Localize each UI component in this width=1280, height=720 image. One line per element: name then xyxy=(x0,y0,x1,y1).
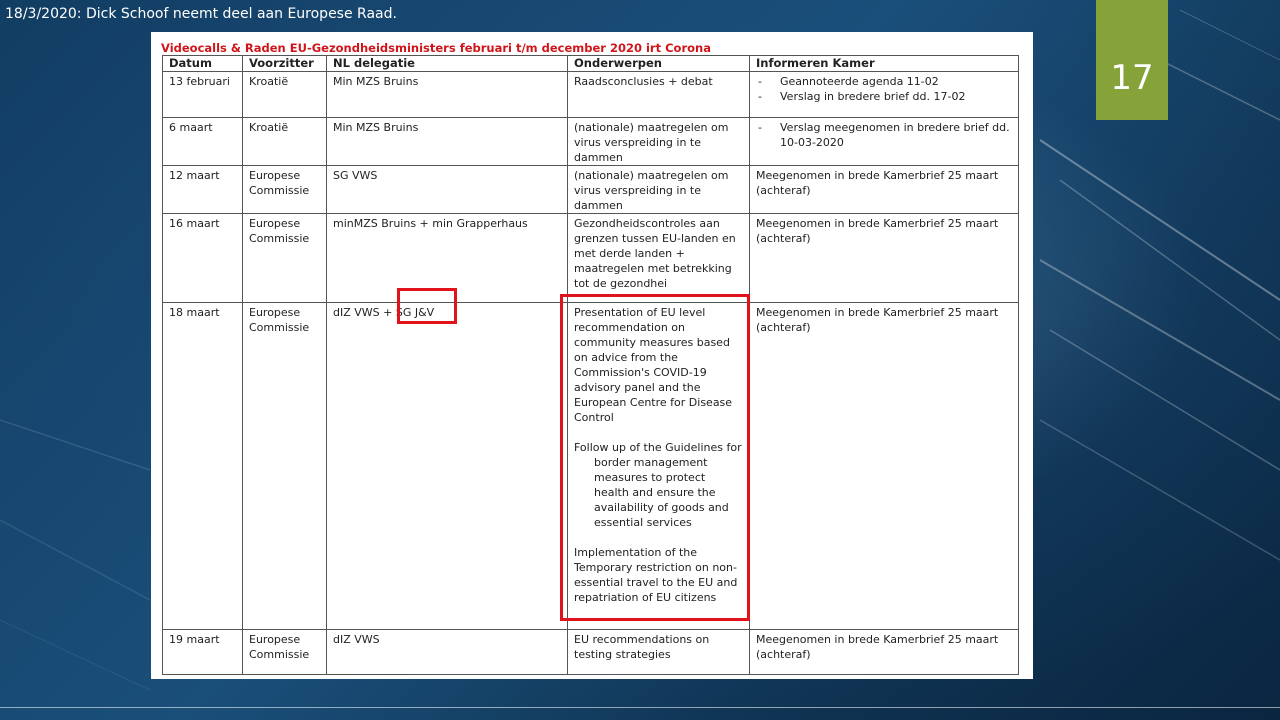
cell-voorzitter: Europese Commissie xyxy=(242,629,327,675)
page-number-tab: 17 xyxy=(1096,0,1168,120)
cell-voorzitter: Europese Commissie xyxy=(242,213,327,303)
cell-delegatie: Min MZS Bruins xyxy=(326,117,568,166)
onderwerp-text: EU recommendations on testing strategies xyxy=(574,633,710,661)
slide-caption: 18/3/2020: Dick Schoof neemt deel aan Eu… xyxy=(5,6,397,22)
informeren-text: Meegenomen in brede Kamerbrief 25 maart … xyxy=(756,633,999,661)
cell-onderwerpen: (nationale) maatregelen om virus verspre… xyxy=(567,117,750,166)
cell-delegatie: Min MZS Bruins xyxy=(326,71,568,118)
cell-informeren: Meegenomen in brede Kamerbrief 25 maart … xyxy=(749,302,1019,630)
cell-voorzitter: Europese Commissie xyxy=(242,165,327,214)
highlight-box-sg-jv xyxy=(397,288,457,324)
cell-datum: 6 maart xyxy=(162,117,243,166)
cell-datum: 12 maart xyxy=(162,165,243,214)
header-voorzitter: Voorzitter xyxy=(242,55,327,72)
informeren-text: Meegenomen in brede Kamerbrief 25 maart … xyxy=(756,217,999,245)
table-row: 12 maart Europese Commissie SG VWS (nati… xyxy=(162,165,1019,214)
cell-onderwerpen: Gezondheidscontroles aan grenzen tussen … xyxy=(567,213,750,303)
cell-informeren: Geannoteerde agenda 11-02 Verslag in bre… xyxy=(749,71,1019,118)
onderwerp-text: Raadsconclusies + debat xyxy=(574,75,713,88)
header-nl-delegatie: NL delegatie xyxy=(326,55,568,72)
cell-informeren: Verslag meegenomen in bredere brief dd. … xyxy=(749,117,1019,166)
cell-onderwerpen: Raadsconclusies + debat xyxy=(567,71,750,118)
cell-datum: 16 maart xyxy=(162,213,243,303)
header-onderwerpen: Onderwerpen xyxy=(567,55,750,72)
cell-onderwerpen: EU recommendations on testing strategies xyxy=(567,629,750,675)
table-row: 13 februari Kroatië Min MZS Bruins Raads… xyxy=(162,71,1019,118)
cell-voorzitter: Europese Commissie xyxy=(242,302,327,630)
list-item: Verslag meegenomen in bredere brief dd. … xyxy=(756,120,1012,150)
cell-delegatie: dIZ VWS xyxy=(326,629,568,675)
document-title: Videocalls & Raden EU-Gezondheidsministe… xyxy=(161,41,711,55)
cell-voorzitter: Kroatië xyxy=(242,117,327,166)
document-image: Videocalls & Raden EU-Gezondheidsministe… xyxy=(151,32,1033,679)
cell-delegatie: SG VWS xyxy=(326,165,568,214)
cell-informeren: Meegenomen in brede Kamerbrief 25 maart … xyxy=(749,213,1019,303)
list-item: Verslag in bredere brief dd. 17-02 xyxy=(756,89,1012,104)
cell-informeren: Meegenomen in brede Kamerbrief 25 maart … xyxy=(749,165,1019,214)
footer-divider xyxy=(0,707,1280,708)
informeren-text: Meegenomen in brede Kamerbrief 25 maart … xyxy=(756,306,999,334)
highlight-box-onderwerpen xyxy=(560,294,750,621)
table-row: 6 maart Kroatië Min MZS Bruins (national… xyxy=(162,117,1019,166)
header-informeren-kamer: Informeren Kamer xyxy=(749,55,1019,72)
cell-datum: 13 februari xyxy=(162,71,243,118)
cell-datum: 19 maart xyxy=(162,629,243,675)
informeren-text: Meegenomen in brede Kamerbrief 25 maart … xyxy=(756,169,999,197)
onderwerp-text: (nationale) maatregelen om virus verspre… xyxy=(574,121,729,164)
table-row: 19 maart Europese Commissie dIZ VWS EU r… xyxy=(162,629,1019,675)
cell-delegatie: dIZ VWS + SG J&V xyxy=(326,302,568,630)
header-datum: Datum xyxy=(162,55,243,72)
cell-datum: 18 maart xyxy=(162,302,243,630)
cell-voorzitter: Kroatië xyxy=(242,71,327,118)
cell-onderwerpen: (nationale) maatregelen om virus verspre… xyxy=(567,165,750,214)
onderwerp-text: Gezondheidscontroles aan grenzen tussen … xyxy=(574,217,736,290)
table-row: 16 maart Europese Commissie minMZS Bruin… xyxy=(162,213,1019,303)
list-item: Geannoteerde agenda 11-02 xyxy=(756,74,1012,89)
page-number: 17 xyxy=(1110,58,1154,98)
onderwerp-text: (nationale) maatregelen om virus verspre… xyxy=(574,169,729,212)
informeren-list: Verslag meegenomen in bredere brief dd. … xyxy=(756,120,1012,150)
cell-informeren: Meegenomen in brede Kamerbrief 25 maart … xyxy=(749,629,1019,675)
informeren-list: Geannoteerde agenda 11-02 Verslag in bre… xyxy=(756,74,1012,104)
table-header-row: Datum Voorzitter NL delegatie Onderwerpe… xyxy=(162,55,1019,72)
